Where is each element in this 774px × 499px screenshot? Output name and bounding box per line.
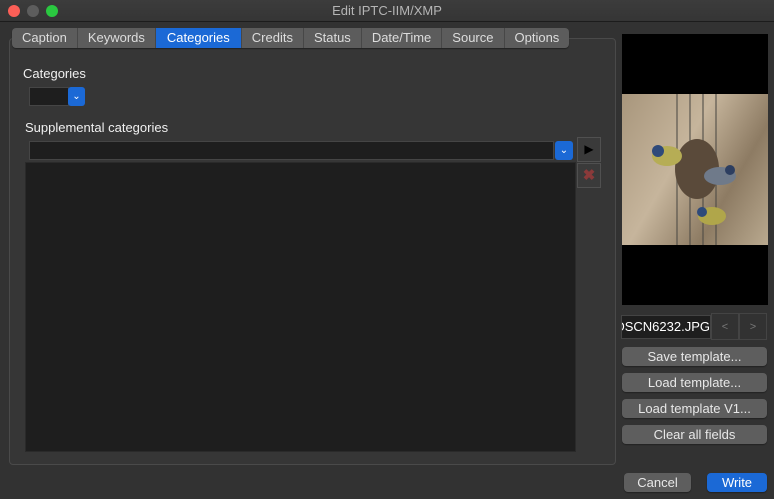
categories-dropdown-button[interactable]: ⌄ xyxy=(68,87,85,106)
remove-category-button[interactable]: ✖ xyxy=(577,163,601,188)
tab-categories[interactable]: Categories xyxy=(155,28,242,48)
birds-on-feeder-image xyxy=(652,94,736,245)
chevron-down-icon: ⌄ xyxy=(559,145,569,156)
load-template-button[interactable]: Load template... xyxy=(622,373,767,392)
chevron-down-icon: ⌄ xyxy=(72,91,81,102)
load-template-v1-button[interactable]: Load template V1... xyxy=(622,399,767,418)
clear-all-fields-button[interactable]: Clear all fields xyxy=(622,425,767,444)
supplemental-categories-label: Supplemental categories xyxy=(25,120,169,135)
image-preview xyxy=(622,34,768,305)
filename-field: DSCN6232.JPG xyxy=(621,315,711,339)
chevron-left-icon: < xyxy=(721,321,729,333)
tab-source[interactable]: Source xyxy=(442,28,505,48)
tab-bar: Caption Keywords Categories Credits Stat… xyxy=(12,28,570,48)
tab-status[interactable]: Status xyxy=(304,28,362,48)
write-button[interactable]: Write xyxy=(707,473,767,492)
close-button[interactable] xyxy=(8,5,20,17)
chevron-right-icon: > xyxy=(749,321,757,333)
save-template-button[interactable]: Save template... xyxy=(622,347,767,366)
cancel-button[interactable]: Cancel xyxy=(624,473,691,492)
categories-label: Categories xyxy=(23,66,86,81)
play-arrow-icon: ▶ xyxy=(584,142,594,156)
tab-credits[interactable]: Credits xyxy=(242,28,304,48)
previous-image-button[interactable]: < xyxy=(711,313,739,340)
window-title: Edit IPTC-IIM/XMP xyxy=(332,3,442,18)
supplemental-categories-list[interactable] xyxy=(25,162,576,452)
photo-thumbnail xyxy=(622,94,768,245)
zoom-button[interactable] xyxy=(46,5,58,17)
title-bar: Edit IPTC-IIM/XMP xyxy=(0,0,774,22)
supplemental-categories-input[interactable] xyxy=(29,141,554,160)
tab-date-time[interactable]: Date/Time xyxy=(362,28,443,48)
categories-combo[interactable] xyxy=(29,87,69,106)
tab-keywords[interactable]: Keywords xyxy=(78,28,156,48)
tab-caption[interactable]: Caption xyxy=(12,28,78,48)
delete-x-icon: ✖ xyxy=(582,167,596,184)
tab-options[interactable]: Options xyxy=(505,28,570,48)
minimize-button[interactable] xyxy=(27,5,39,17)
filename-text: DSCN6232.JPG xyxy=(621,319,710,334)
add-category-button[interactable]: ▶ xyxy=(577,137,601,162)
next-image-button[interactable]: > xyxy=(739,313,767,340)
supplemental-dropdown-button[interactable]: ⌄ xyxy=(555,141,573,160)
